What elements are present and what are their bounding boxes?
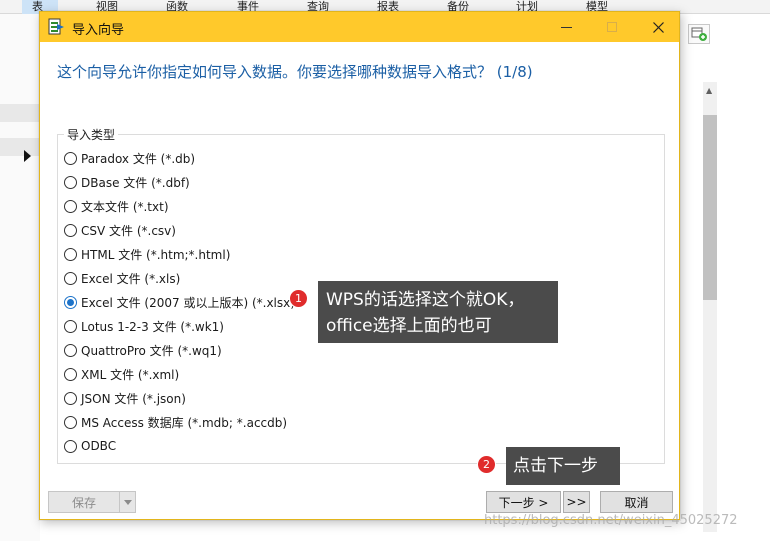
minimize-icon <box>560 26 572 28</box>
import-type-option-label: ODBC <box>81 439 117 453</box>
import-type-option[interactable]: Paradox 文件 (*.db) <box>64 148 195 168</box>
add-table-button[interactable] <box>688 24 710 44</box>
cancel-button-label: 取消 <box>624 495 649 510</box>
background-row <box>0 104 40 122</box>
annotation-callout-2: 点击下一步 <box>506 447 620 485</box>
close-button[interactable] <box>635 12 681 42</box>
import-type-option[interactable]: Excel 文件 (2007 或以上版本) (*.xlsx) <box>64 292 295 312</box>
radio-unchecked-icon[interactable] <box>64 319 77 333</box>
import-type-option-label: JSON 文件 (*.json) <box>81 391 186 406</box>
import-type-option-label: HTML 文件 (*.htm;*.html) <box>81 247 231 262</box>
background-object-pane <box>0 14 40 541</box>
save-button-label: 保存 <box>71 495 96 510</box>
cancel-button[interactable]: 取消 <box>600 491 673 513</box>
dialog-title: 导入向导 <box>72 23 125 38</box>
background-scroll-thumb[interactable] <box>703 115 717 300</box>
row-pointer-icon <box>24 150 31 162</box>
maximize-button <box>589 12 635 42</box>
background-right-pane <box>680 14 770 541</box>
import-type-option[interactable]: Lotus 1-2-3 文件 (*.wk1) <box>64 316 224 336</box>
radio-dot-icon <box>67 298 74 306</box>
import-type-option-label: Lotus 1-2-3 文件 (*.wk1) <box>81 319 224 334</box>
close-icon <box>652 21 664 33</box>
radio-unchecked-icon[interactable] <box>64 175 77 189</box>
import-type-option[interactable]: HTML 文件 (*.htm;*.html) <box>64 244 230 264</box>
radio-unchecked-icon[interactable] <box>64 367 77 381</box>
radio-unchecked-icon[interactable] <box>64 271 77 285</box>
chevron-down-icon <box>123 499 132 505</box>
radio-unchecked-icon[interactable] <box>64 223 77 237</box>
maximize-icon <box>607 22 617 32</box>
import-type-option[interactable]: CSV 文件 (*.csv) <box>64 220 176 240</box>
import-type-option-label: DBase 文件 (*.dbf) <box>81 175 190 190</box>
add-table-icon <box>691 27 707 41</box>
import-type-option-label: Paradox 文件 (*.db) <box>81 151 196 166</box>
radio-unchecked-icon[interactable] <box>64 247 77 261</box>
radio-checked-icon[interactable] <box>64 295 77 309</box>
import-type-option[interactable]: QuattroPro 文件 (*.wq1) <box>64 340 222 360</box>
next-button-label: 下一步 > <box>498 495 549 510</box>
radio-unchecked-icon[interactable] <box>64 199 77 213</box>
import-type-option-label: QuattroPro 文件 (*.wq1) <box>81 343 222 358</box>
import-type-option-label: Excel 文件 (2007 或以上版本) (*.xlsx) <box>81 295 295 310</box>
radio-unchecked-icon[interactable] <box>64 391 77 405</box>
annotation-badge-2: 2 <box>477 455 496 474</box>
annotation-callout-1-line2: office选择上面的也可 <box>326 316 492 336</box>
next-button[interactable]: 下一步 > <box>486 491 561 513</box>
annotation-badge-1: 1 <box>289 289 308 308</box>
fast-forward-button[interactable]: >> <box>563 491 590 513</box>
wizard-question: 这个向导允许你指定如何导入数据。你要选择哪种数据导入格式？ (1/8) <box>57 63 533 81</box>
fast-forward-button-label: >> <box>566 495 587 509</box>
import-type-option-label: 文本文件 (*.txt) <box>81 199 169 214</box>
import-type-option[interactable]: Excel 文件 (*.xls) <box>64 268 180 288</box>
dialog-titlebar[interactable]: 导入向导 <box>40 12 679 42</box>
import-type-option[interactable]: JSON 文件 (*.json) <box>64 388 186 408</box>
import-wizard-dialog: 导入向导 这个向导允许你指定如何导入数据。你要选择哪种数据导入格式？ (1/8)… <box>39 11 680 520</box>
annotation-callout-1: WPS的话选择这个就OK， office选择上面的也可 <box>318 281 558 343</box>
watermark: https://blog.csdn.net/weixin_45025272 <box>484 513 738 528</box>
import-type-option-label: MS Access 数据库 (*.mdb; *.accdb) <box>81 415 288 430</box>
import-type-option-label: XML 文件 (*.xml) <box>81 367 180 382</box>
minimize-button[interactable] <box>543 12 589 42</box>
import-type-option[interactable]: DBase 文件 (*.dbf) <box>64 172 190 192</box>
radio-unchecked-icon[interactable] <box>64 439 77 453</box>
import-type-group-label: 导入类型 <box>64 126 119 143</box>
import-type-option[interactable]: ODBC <box>64 436 116 456</box>
radio-unchecked-icon[interactable] <box>64 343 77 357</box>
save-dropdown-button <box>119 491 136 513</box>
import-type-option[interactable]: 文本文件 (*.txt) <box>64 196 169 216</box>
save-button: 保存 <box>48 491 120 513</box>
scroll-up-icon[interactable]: ▲ <box>706 86 712 95</box>
annotation-callout-1-line1: WPS的话选择这个就OK， <box>326 290 525 310</box>
radio-unchecked-icon[interactable] <box>64 415 77 429</box>
import-type-option-label: Excel 文件 (*.xls) <box>81 271 181 286</box>
import-type-option-label: CSV 文件 (*.csv) <box>81 223 176 238</box>
radio-unchecked-icon[interactable] <box>64 151 77 165</box>
background-row <box>0 138 40 156</box>
import-type-option[interactable]: MS Access 数据库 (*.mdb; *.accdb) <box>64 412 287 432</box>
import-wizard-icon <box>48 18 64 35</box>
import-type-option[interactable]: XML 文件 (*.xml) <box>64 364 179 384</box>
